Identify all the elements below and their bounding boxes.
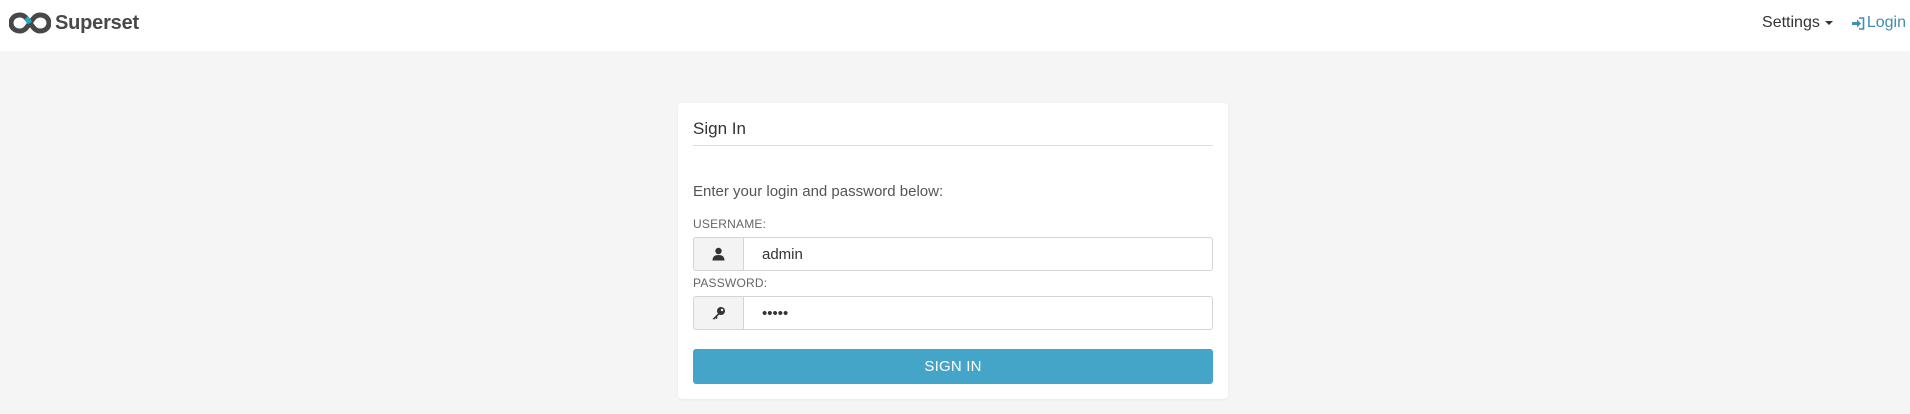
navbar-right-menu: Settings Login xyxy=(1762,14,1906,32)
username-input[interactable] xyxy=(743,237,1213,271)
username-label: USERNAME: xyxy=(693,217,767,231)
superset-logo-icon xyxy=(9,12,51,34)
sign-in-button[interactable]: SIGN IN xyxy=(693,349,1213,384)
login-panel: Sign In Enter your login and password be… xyxy=(678,103,1228,399)
top-navbar: Superset Settings Login xyxy=(0,0,1910,51)
password-input-group xyxy=(693,296,1213,330)
brand-link[interactable]: Superset xyxy=(9,10,139,36)
login-link[interactable]: Login xyxy=(1851,14,1906,32)
caret-down-icon xyxy=(1824,21,1833,25)
key-icon xyxy=(712,307,725,320)
username-input-group xyxy=(693,237,1213,271)
user-icon xyxy=(712,247,725,261)
password-input[interactable] xyxy=(743,296,1213,330)
password-label: PASSWORD: xyxy=(693,276,768,290)
username-addon xyxy=(693,237,743,271)
divider xyxy=(693,145,1213,146)
sign-in-icon xyxy=(1851,16,1865,30)
brand-name: Superset xyxy=(55,11,139,34)
login-instructions: Enter your login and password below: xyxy=(693,183,944,200)
panel-title: Sign In xyxy=(693,119,746,138)
password-addon xyxy=(693,296,743,330)
settings-dropdown[interactable]: Settings xyxy=(1762,14,1833,32)
login-label: Login xyxy=(1866,14,1906,31)
settings-label: Settings xyxy=(1762,14,1820,31)
